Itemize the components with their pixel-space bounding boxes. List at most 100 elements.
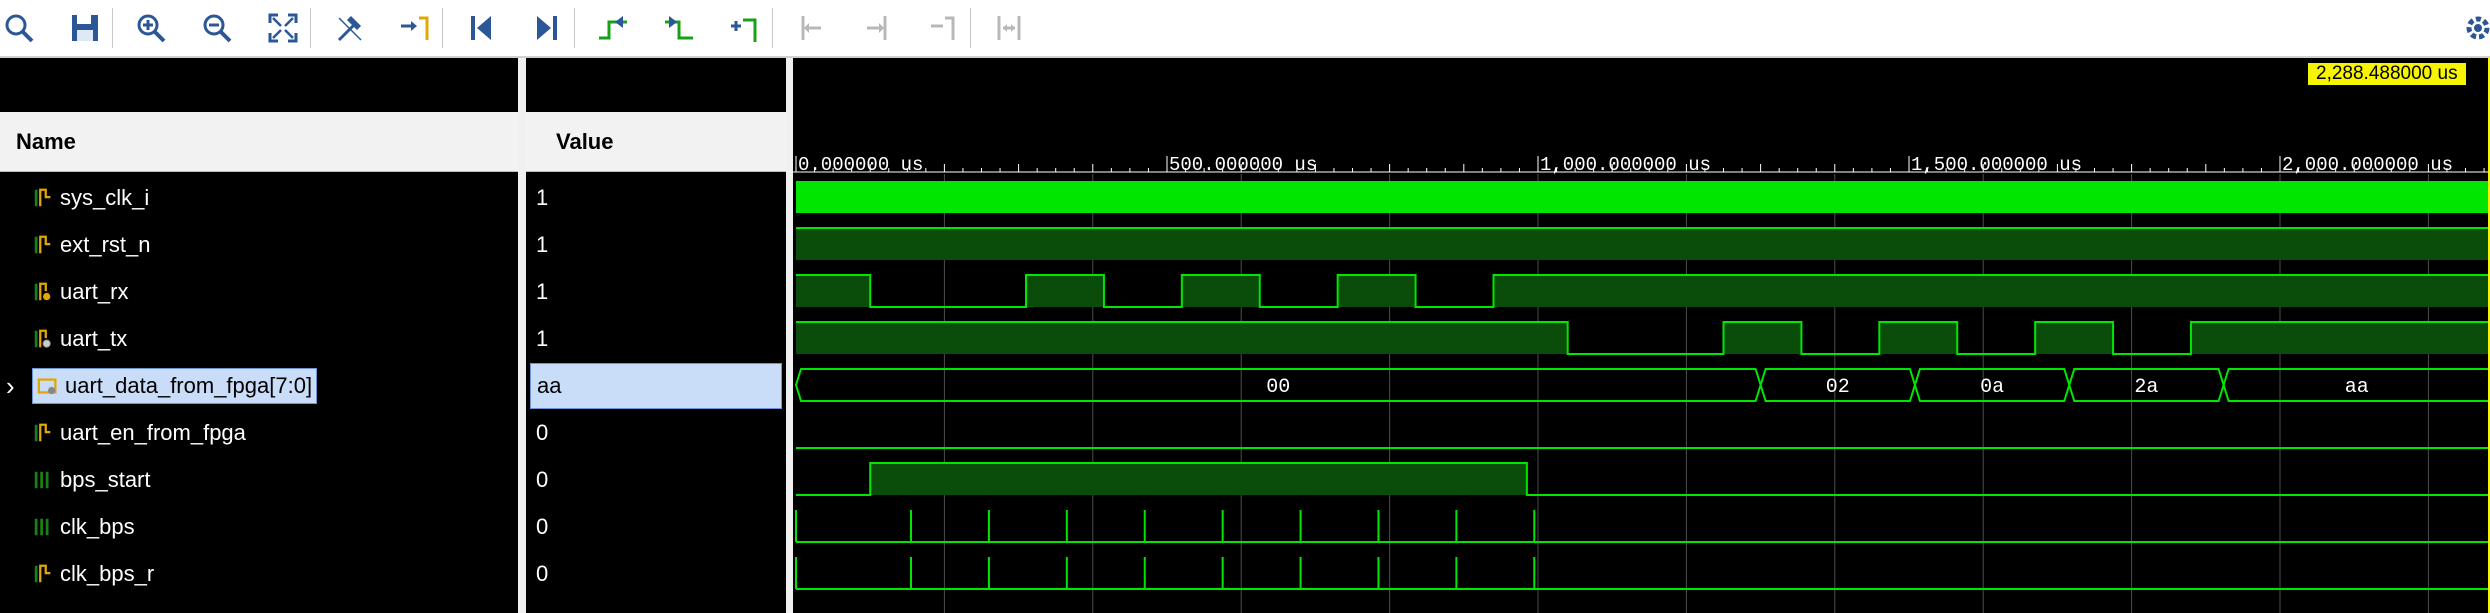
signal-row[interactable]: uart_en_from_fpga xyxy=(10,410,246,456)
next-transition-icon xyxy=(665,16,693,40)
wave-high-fill xyxy=(1879,322,1958,354)
name-value-splitter[interactable] xyxy=(518,58,526,613)
signal-value[interactable]: 1 xyxy=(536,175,736,221)
signal-value[interactable]: 0 xyxy=(536,457,736,503)
bus-value-label: 02 xyxy=(1826,376,1850,399)
wave-high-fill xyxy=(1337,275,1416,307)
zoom-out-button[interactable] xyxy=(194,6,240,50)
remove-marker-button[interactable] xyxy=(920,6,966,50)
signal-name: bps_start xyxy=(60,467,151,492)
toolbar-separator xyxy=(112,8,113,48)
search-icon xyxy=(5,14,34,43)
cursor-time-flag[interactable]: 2,288.488000 us xyxy=(2308,63,2466,85)
search-button[interactable] xyxy=(0,6,42,50)
snap-cursor-icon xyxy=(337,16,362,42)
next-marker-button[interactable] xyxy=(854,6,900,50)
signal-value[interactable]: aa xyxy=(530,363,782,409)
signal-row[interactable]: sys_clk_i xyxy=(10,175,149,221)
previous-marker-icon xyxy=(801,16,821,40)
swap-cursors-icon xyxy=(997,16,1021,40)
signal-name-cell[interactable]: bps_start xyxy=(32,467,151,493)
signal-name-cell[interactable]: clk_bps_r xyxy=(32,561,154,587)
toolbar-separator xyxy=(442,8,443,48)
signal-value[interactable]: 1 xyxy=(536,269,736,315)
bus-value-label: 0a xyxy=(1980,376,2004,399)
signal-name: sys_clk_i xyxy=(60,185,150,210)
remove-marker-icon xyxy=(931,16,955,40)
signal-name-cell[interactable]: uart_en_from_fpga xyxy=(32,420,246,446)
name-column-label: Name xyxy=(16,128,76,154)
go-to-cursor-button[interactable] xyxy=(392,6,438,50)
next-transition-button[interactable] xyxy=(656,6,702,50)
value-wave-splitter[interactable] xyxy=(786,58,793,613)
signal-row[interactable]: ext_rst_n xyxy=(10,222,151,268)
signal-name-cell[interactable]: sys_clk_i xyxy=(32,185,149,211)
signal-value[interactable]: 1 xyxy=(536,222,736,268)
add-marker-icon xyxy=(731,18,757,42)
signal-name-cell[interactable]: uart_rx xyxy=(32,279,128,305)
toolbar-separator xyxy=(970,8,971,48)
signal-row[interactable]: clk_bps_r xyxy=(10,551,154,597)
toolbar-separator xyxy=(310,8,311,48)
bus-value-label: 2a xyxy=(2134,376,2158,399)
signal-name-cell[interactable]: uart_tx xyxy=(32,326,127,352)
signal-value[interactable]: 1 xyxy=(536,316,736,362)
save-button[interactable] xyxy=(62,6,108,50)
signal-name: uart_en_from_fpga xyxy=(60,420,246,445)
register-signal-icon xyxy=(34,471,49,489)
zoom-fit-button[interactable] xyxy=(260,6,306,50)
wave-high-fill xyxy=(1493,275,2490,307)
bus-value-label: aa xyxy=(2345,376,2369,399)
snap-cursor-button[interactable] xyxy=(326,6,372,50)
toolbar-separator xyxy=(772,8,773,48)
signal-name: uart_tx xyxy=(60,326,128,351)
signal-value[interactable]: 0 xyxy=(536,410,736,456)
signal-name: clk_bps xyxy=(60,514,135,539)
swap-cursors-button[interactable] xyxy=(986,6,1032,50)
go-to-time-zero-icon xyxy=(471,16,491,40)
previous-marker-button[interactable] xyxy=(788,6,834,50)
wave-high-fill xyxy=(1026,275,1104,307)
wave-high-fill xyxy=(1723,322,1802,354)
signal-row[interactable]: uart_tx xyxy=(10,316,127,362)
add-marker-button[interactable] xyxy=(722,6,768,50)
zoom-out-icon xyxy=(203,14,232,43)
wave-high-fill xyxy=(2035,322,2114,354)
previous-transition-icon xyxy=(599,16,627,40)
zoom-in-button[interactable] xyxy=(128,6,174,50)
signal-row[interactable]: bps_start xyxy=(10,457,151,503)
time-ruler-label: 500.000000 us xyxy=(1169,154,1317,176)
waveform-canvas[interactable]: 0.000000 us 500.000000 us 1,000.000000 us 1… xyxy=(793,58,2490,613)
time-ruler-label: 1,500.000000 us xyxy=(1911,154,2082,176)
previous-transition-button[interactable] xyxy=(590,6,636,50)
signal-row[interactable]: uart_rx xyxy=(10,269,128,315)
signal-row[interactable]: clk_bps xyxy=(10,504,135,550)
time-ruler-label: 1,000.000000 us xyxy=(1540,154,1711,176)
toolbar-separator xyxy=(574,8,575,48)
waveform-panel[interactable]: 0.000000 us 500.000000 us 1,000.000000 us 1… xyxy=(793,58,2490,613)
signal-value[interactable]: 0 xyxy=(536,551,736,597)
bit-signal-icon xyxy=(34,564,51,583)
signal-row[interactable]: › uart_data_from_fpga[7:0] xyxy=(6,363,318,409)
signal-name: clk_bps_r xyxy=(60,561,155,586)
go-to-time-zero-button[interactable] xyxy=(458,6,504,50)
signal-name-panel: Name sys_clk_i ext_rst_n uart_rx uart_tx › ua… xyxy=(0,58,518,613)
value-column-header[interactable]: Value xyxy=(526,112,786,172)
signal-name-cell[interactable]: ext_rst_n xyxy=(32,232,151,258)
settings-button[interactable] xyxy=(2455,6,2490,50)
expand-chevron-icon[interactable]: › xyxy=(6,371,15,402)
name-column-header[interactable]: Name xyxy=(0,112,518,172)
wave-high-fill xyxy=(796,322,1568,354)
input-signal-icon xyxy=(34,282,51,301)
signal-name-cell[interactable]: uart_data_from_fpga[7:0] xyxy=(32,368,318,404)
zoom-in-icon xyxy=(137,14,166,43)
bus-value-label: 00 xyxy=(1266,376,1290,399)
bit-signal-icon xyxy=(34,423,51,442)
next-marker-icon xyxy=(867,16,887,40)
clock-wave-sys_clk_i xyxy=(796,181,2490,213)
go-to-last-time-button[interactable] xyxy=(524,6,570,50)
signal-name-cell[interactable]: clk_bps xyxy=(32,514,135,540)
signal-value[interactable]: 0 xyxy=(536,504,736,550)
wave-high-fill xyxy=(796,228,2490,260)
go-to-cursor-icon xyxy=(401,16,429,40)
